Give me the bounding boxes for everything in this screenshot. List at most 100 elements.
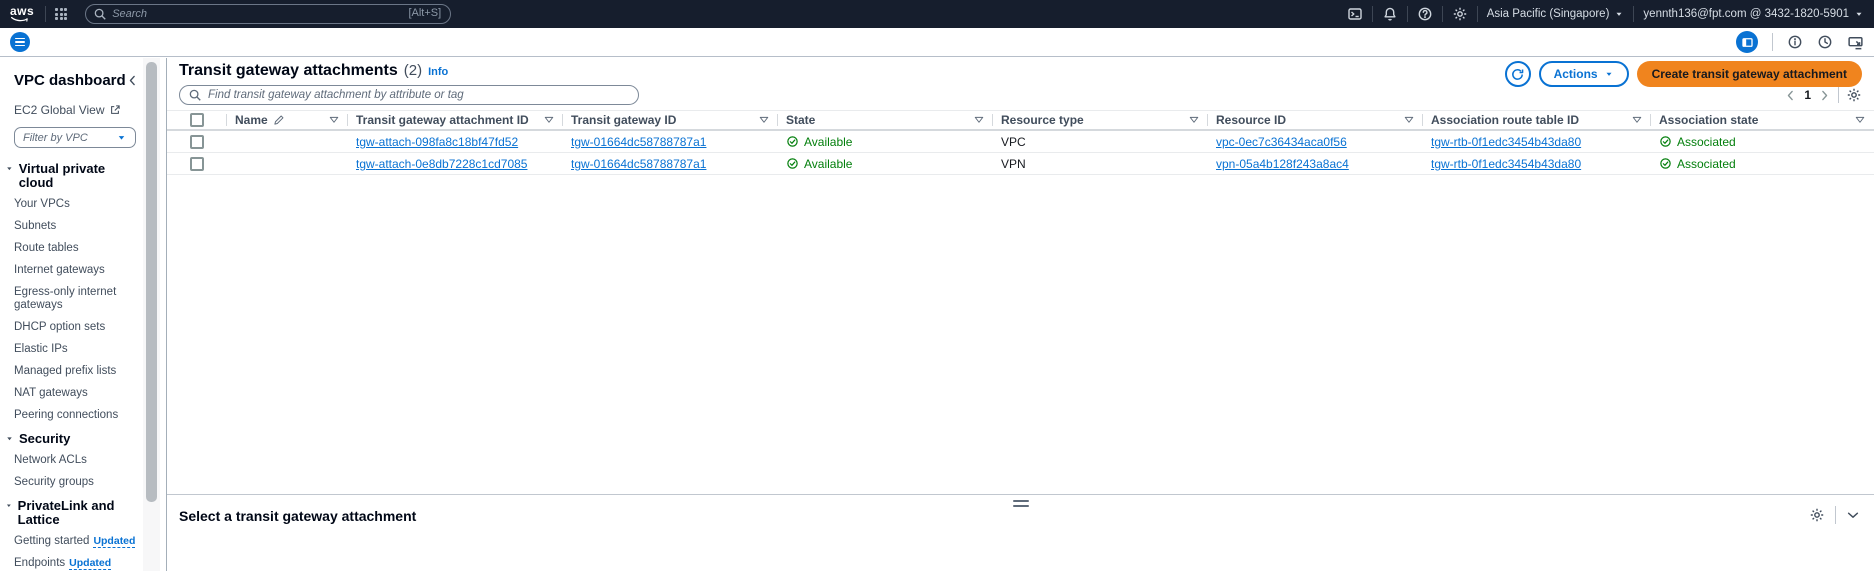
column-header-state[interactable]: State [778, 111, 993, 129]
sidebar-item-security-groups[interactable]: Security groups [14, 476, 139, 489]
sidebar-collapse-icon[interactable] [126, 74, 139, 87]
check-circle-icon [1659, 157, 1672, 170]
external-link-icon [109, 104, 121, 116]
chevron-down-icon [1614, 9, 1624, 19]
item-count: (2) [404, 62, 422, 79]
route-table-id-link[interactable]: tgw-rtb-0f1edc3454b43da80 [1431, 157, 1581, 171]
select-all-checkbox[interactable] [190, 113, 204, 127]
column-header-resource-type[interactable]: Resource type [993, 111, 1208, 129]
toolbar-right-group [1736, 31, 1864, 53]
split-panel-drag-handle[interactable] [1011, 498, 1031, 509]
column-header-resource-id[interactable]: Resource ID [1208, 111, 1423, 129]
actions-button[interactable]: Actions [1539, 61, 1629, 87]
info-panel-icon[interactable] [1787, 34, 1803, 50]
aws-logo-text: aws [10, 6, 34, 16]
column-header-attachment-id[interactable]: Transit gateway attachment ID [348, 111, 563, 129]
sort-filter-icon[interactable] [1631, 114, 1643, 126]
sort-filter-icon[interactable] [758, 114, 770, 126]
previous-page-icon[interactable] [1784, 89, 1797, 102]
section-security[interactable]: Security [5, 432, 139, 446]
resource-id-link[interactable]: vpc-0ec7c36434aca0f56 [1216, 135, 1347, 149]
refresh-button[interactable] [1505, 61, 1531, 87]
sidebar-scrollbar-thumb[interactable] [146, 62, 157, 502]
history-clock-icon[interactable] [1817, 34, 1833, 50]
row-checkbox[interactable] [190, 157, 204, 171]
column-header-route-table-id[interactable]: Association route table ID [1423, 111, 1651, 129]
table-row: tgw-attach-0e8db7228c1cd7085 tgw-01664dc… [167, 153, 1874, 175]
sidebar-item-getting-started[interactable]: Getting startedUpdated [14, 535, 139, 548]
search-input[interactable] [85, 4, 451, 24]
section-caret-icon [5, 501, 13, 510]
attachment-filter-input[interactable] [179, 85, 639, 105]
sidebar-item-network-acls[interactable]: Network ACLs [14, 454, 139, 467]
resource-id-link[interactable]: vpn-05a4b128f243a8ac4 [1216, 157, 1349, 171]
check-circle-icon [1659, 135, 1672, 148]
column-header-association-state[interactable]: Association state [1651, 111, 1874, 129]
section-privatelink-and-lattice[interactable]: PrivateLink and Lattice [5, 499, 139, 527]
help-icon[interactable] [1417, 6, 1433, 22]
route-table-id-link[interactable]: tgw-rtb-0f1edc3454b43da80 [1431, 135, 1581, 149]
account-menu[interactable]: yennth136@fpt.com @ 3432-1820-5901 [1643, 8, 1864, 20]
edit-pencil-icon [273, 114, 285, 126]
notifications-bell-icon[interactable] [1382, 6, 1398, 22]
next-page-icon[interactable] [1818, 89, 1831, 102]
sidebar-item-elastic-ips[interactable]: Elastic IPs [14, 343, 139, 356]
sidebar-item-endpoints[interactable]: EndpointsUpdated [14, 557, 139, 570]
sidebar-title: VPC dashboard [14, 72, 126, 89]
header-actions: Actions Create transit gateway attachmen… [1505, 61, 1862, 87]
sort-filter-icon[interactable] [1403, 114, 1415, 126]
check-circle-icon [786, 135, 799, 148]
column-header-gateway-id[interactable]: Transit gateway ID [563, 111, 778, 129]
gateway-id-link[interactable]: tgw-01664dc58788787a1 [571, 157, 706, 171]
services-menu-icon[interactable] [55, 8, 67, 20]
sidebar-item-peering-connections[interactable]: Peering connections [14, 409, 139, 422]
aws-smile-icon [10, 16, 34, 23]
create-transit-gateway-attachment-button[interactable]: Create transit gateway attachment [1637, 61, 1862, 87]
sort-filter-icon[interactable] [1854, 114, 1866, 126]
aws-logo[interactable]: aws [10, 6, 34, 23]
sidebar-item-managed-prefix-lists[interactable]: Managed prefix lists [14, 365, 139, 378]
table-filter [179, 85, 639, 105]
chevron-down-icon [116, 132, 127, 143]
sidebar-item-route-tables[interactable]: Route tables [14, 242, 139, 255]
sidebar-item-egress-only-internet-gateways[interactable]: Egress-only internet gateways [14, 286, 139, 312]
page-title: Transit gateway attachments [179, 62, 398, 80]
gateway-id-link[interactable]: tgw-01664dc58788787a1 [571, 135, 706, 149]
row-checkbox[interactable] [190, 135, 204, 149]
page-number[interactable]: 1 [1804, 88, 1811, 102]
ec2-global-view-link[interactable]: EC2 Global View [14, 103, 139, 117]
refresh-icon [1510, 67, 1525, 82]
split-panel-title: Select a transit gateway attachment [179, 508, 416, 524]
secondary-toolbar [0, 28, 1874, 57]
state-badge: Available [786, 135, 852, 149]
side-panel-icon [1740, 35, 1755, 50]
sidebar-item-your-vpcs[interactable]: Your VPCs [14, 198, 139, 211]
sidebar-item-dhcp-option-sets[interactable]: DHCP option sets [14, 321, 139, 334]
feedback-monitor-icon[interactable] [1847, 34, 1864, 51]
section-virtual-private-cloud[interactable]: Virtual private cloud [5, 162, 139, 190]
cloudshell-icon[interactable] [1347, 6, 1363, 22]
settings-gear-icon[interactable] [1452, 6, 1468, 22]
info-link[interactable]: Info [428, 66, 448, 78]
table-preferences-gear-icon[interactable] [1846, 87, 1862, 103]
attachment-id-link[interactable]: tgw-attach-098fa8c18bf47fd52 [356, 135, 518, 149]
attachment-id-link[interactable]: tgw-attach-0e8db7228c1cd7085 [356, 157, 527, 171]
cell-name [227, 131, 348, 152]
sidebar-item-internet-gateways[interactable]: Internet gateways [14, 264, 139, 277]
filter-by-vpc-select[interactable]: Filter by VPC [14, 127, 136, 148]
association-state-badge: Associated [1659, 135, 1736, 149]
split-panel-collapse-chevron-icon[interactable] [1846, 508, 1860, 522]
region-selector[interactable]: Asia Pacific (Singapore) [1487, 8, 1625, 20]
sort-filter-icon[interactable] [973, 114, 985, 126]
split-panel-preferences-gear-icon[interactable] [1809, 507, 1825, 523]
sidebar-item-subnets[interactable]: Subnets [14, 220, 139, 233]
sort-filter-icon[interactable] [543, 114, 555, 126]
updated-badge: Updated [93, 535, 135, 548]
sidebar-item-nat-gateways[interactable]: NAT gateways [14, 387, 139, 400]
cell-name [227, 153, 348, 174]
split-panel-toggle-button[interactable] [1736, 31, 1758, 53]
hamburger-menu-button[interactable] [10, 32, 30, 52]
sort-filter-icon[interactable] [328, 114, 340, 126]
sort-filter-icon[interactable] [1188, 114, 1200, 126]
column-header-name[interactable]: Name [227, 111, 348, 129]
